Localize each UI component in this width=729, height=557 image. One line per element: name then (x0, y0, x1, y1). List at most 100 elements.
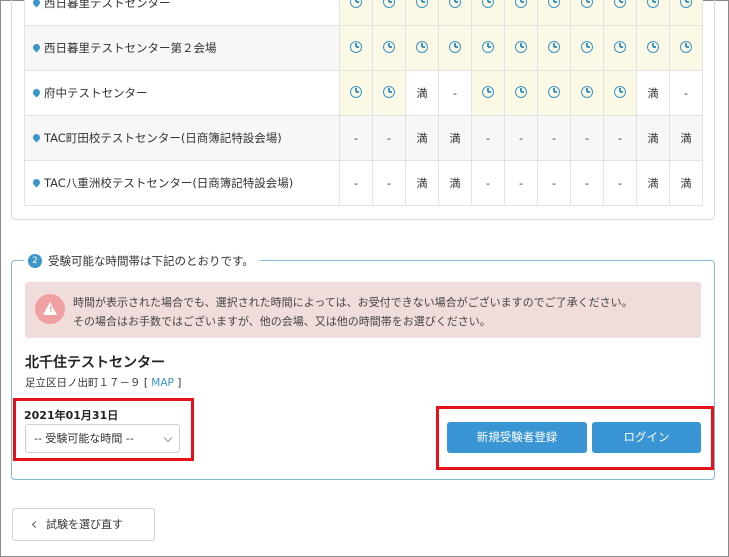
clock-icon (614, 85, 626, 98)
slot-available[interactable] (471, 0, 505, 26)
slot-available[interactable] (372, 25, 406, 71)
clock-icon (647, 40, 659, 53)
clock-icon (515, 85, 527, 98)
clock-icon (449, 0, 461, 8)
clock-icon (581, 0, 593, 8)
slot-unavailable: - (504, 115, 538, 161)
slot-available[interactable] (537, 25, 571, 71)
slot-available[interactable] (504, 0, 538, 26)
slot-full: 満 (438, 115, 472, 161)
slot-unavailable: - (537, 115, 571, 161)
map-link[interactable]: MAP (151, 377, 174, 389)
slot-unavailable: - (339, 160, 373, 206)
slot-unavailable: - (504, 160, 538, 206)
slot-available[interactable] (669, 25, 703, 71)
slot-full: 満 (636, 115, 670, 161)
clock-icon (482, 0, 494, 8)
slot-available[interactable] (570, 0, 604, 26)
slot-unavailable: - (570, 115, 604, 161)
slot-full: 満 (669, 115, 703, 161)
slot-available[interactable] (504, 70, 538, 116)
slot-unavailable: - (669, 70, 703, 116)
map-pin-icon (31, 177, 42, 188)
slot-unavailable: - (339, 115, 373, 161)
venue-name-cell[interactable]: TAC町田校テストセンター(日商簿記特設会場) (24, 115, 340, 161)
highlight-box-time (13, 398, 194, 461)
slot-unavailable: - (603, 115, 637, 161)
clock-icon (482, 40, 494, 53)
slot-available[interactable] (537, 70, 571, 116)
slot-available[interactable] (603, 0, 637, 26)
slot-unavailable: - (471, 115, 505, 161)
slot-available[interactable] (372, 0, 406, 26)
venue-name: 府中テストセンター (44, 86, 148, 100)
slot-full: 満 (438, 160, 472, 206)
notice-text-2: その場合はお手数ではございますが、他の会場、又は他の時間帯をお選びください。 (73, 315, 491, 328)
slot-unavailable: - (372, 115, 406, 161)
clock-icon (614, 0, 626, 8)
slot-full: 満 (669, 160, 703, 206)
venue-row: TAC八重洲校テストセンター(日商簿記特設会場) - - 満満 - - - - - 満満 (24, 160, 703, 206)
clock-icon (350, 40, 362, 53)
slot-available[interactable] (438, 0, 472, 26)
slot-available[interactable] (405, 0, 439, 26)
venue-row: 府中テストセンター満 - 満 - (24, 70, 703, 116)
map-pin-icon (31, 87, 42, 98)
clock-icon (581, 40, 593, 53)
slot-unavailable: - (372, 160, 406, 206)
clock-icon (515, 0, 527, 8)
slot-available[interactable] (603, 25, 637, 71)
slot-unavailable: - (537, 160, 571, 206)
slot-available[interactable] (339, 0, 373, 26)
venue-name-cell[interactable]: 府中テストセンター (24, 70, 340, 116)
warning-icon: ! (35, 294, 65, 324)
venue-name: 西日暮里テストセンター (44, 0, 171, 10)
slot-full: 満 (405, 160, 439, 206)
clock-icon (383, 40, 395, 53)
slot-available[interactable] (636, 0, 670, 26)
clock-icon (548, 0, 560, 8)
venue-name-cell[interactable]: 西日暮里テストセンター (24, 0, 340, 26)
slot-available[interactable] (339, 70, 373, 116)
venue-row: TAC町田校テストセンター(日商簿記特設会場) - - 満満 - - - - - 満満 (24, 115, 703, 161)
venue-address: 足立区日ノ出町１７－９ [ MAP ] (25, 375, 181, 390)
venue-name-cell[interactable]: 西日暮里テストセンター第２会場 (24, 25, 340, 71)
clock-icon (416, 0, 428, 8)
slot-full: 満 (636, 70, 670, 116)
venue-name: TAC町田校テストセンター(日商簿記特設会場) (44, 131, 282, 145)
venue-name-cell[interactable]: TAC八重洲校テストセンター(日商簿記特設会場) (24, 160, 340, 206)
slot-available[interactable] (570, 70, 604, 116)
warning-notice: ! 時間が表示された場合でも、選択された時間によっては、お受付できない場合がござ… (25, 282, 701, 338)
slot-available[interactable] (669, 0, 703, 26)
slot-available[interactable] (537, 0, 571, 26)
slot-unavailable: - (603, 160, 637, 206)
venue-row: 西日暮里テストセンター第２会場 (24, 25, 703, 71)
slot-available[interactable] (570, 25, 604, 71)
clock-icon (350, 85, 362, 98)
slot-full: 満 (636, 160, 670, 206)
clock-icon (680, 0, 692, 8)
slot-available[interactable] (405, 25, 439, 71)
slot-available[interactable] (438, 25, 472, 71)
back-button[interactable]: 試験を選び直す (12, 508, 155, 541)
venue-title: 北千住テストセンター (25, 355, 165, 371)
slot-available[interactable] (636, 25, 670, 71)
clock-icon (383, 0, 395, 8)
slot-available[interactable] (372, 70, 406, 116)
slot-available[interactable] (471, 25, 505, 71)
slot-full: 満 (405, 70, 439, 116)
map-pin-icon (31, 0, 42, 8)
slot-available[interactable] (603, 70, 637, 116)
slot-available[interactable] (471, 70, 505, 116)
slot-available[interactable] (504, 25, 538, 71)
clock-icon (680, 40, 692, 53)
highlight-box-buttons (436, 406, 714, 470)
clock-icon (548, 40, 560, 53)
clock-icon (647, 0, 659, 8)
notice-text-1: 時間が表示された場合でも、選択された時間によっては、お受付できない場合がございま… (73, 296, 633, 309)
clock-icon (548, 85, 560, 98)
venue-name: TAC八重洲校テストセンター(日商簿記特設会場) (44, 176, 294, 190)
map-pin-icon (31, 132, 42, 143)
slot-available[interactable] (339, 25, 373, 71)
clock-icon (515, 40, 527, 53)
